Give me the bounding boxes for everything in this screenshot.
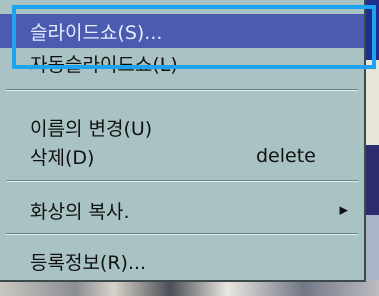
shortcut-delete: delete — [256, 145, 316, 167]
menu-item-properties[interactable]: 등록정보(R)... — [0, 244, 364, 278]
menu-item-delete[interactable]: 삭제(D) delete — [0, 139, 364, 173]
menu-item-label: 등록정보(R)... — [30, 251, 147, 274]
menu-item-auto-slideshow[interactable]: 자동슬라이드쇼(L) — [0, 46, 364, 80]
menu-item-slideshow[interactable]: 슬라이드쇼(S)... — [0, 14, 364, 48]
background-strip — [365, 60, 379, 145]
background-image-strip — [0, 280, 379, 296]
menu-separator — [6, 233, 358, 235]
context-menu: 슬라이드쇼(S)... 자동슬라이드쇼(L) 이름의 변경(U) 삭제(D) d… — [0, 0, 366, 282]
menu-item-copy-image[interactable]: 화상의 복사. ▶ — [0, 193, 364, 227]
menu-separator — [6, 89, 358, 91]
menu-separator — [6, 180, 358, 182]
triangle-right-icon: ▶ — [339, 203, 348, 217]
menu-item-label: 이름의 변경(U) — [30, 117, 153, 140]
menu-item-label: 화상의 복사. — [30, 200, 130, 223]
menu-item-label: 자동슬라이드쇼(L) — [30, 53, 178, 76]
menu-item-label: 삭제(D) — [30, 146, 95, 169]
background-strip — [365, 0, 379, 60]
menu-item-label: 슬라이드쇼(S)... — [30, 21, 163, 44]
background-strip — [365, 145, 379, 215]
